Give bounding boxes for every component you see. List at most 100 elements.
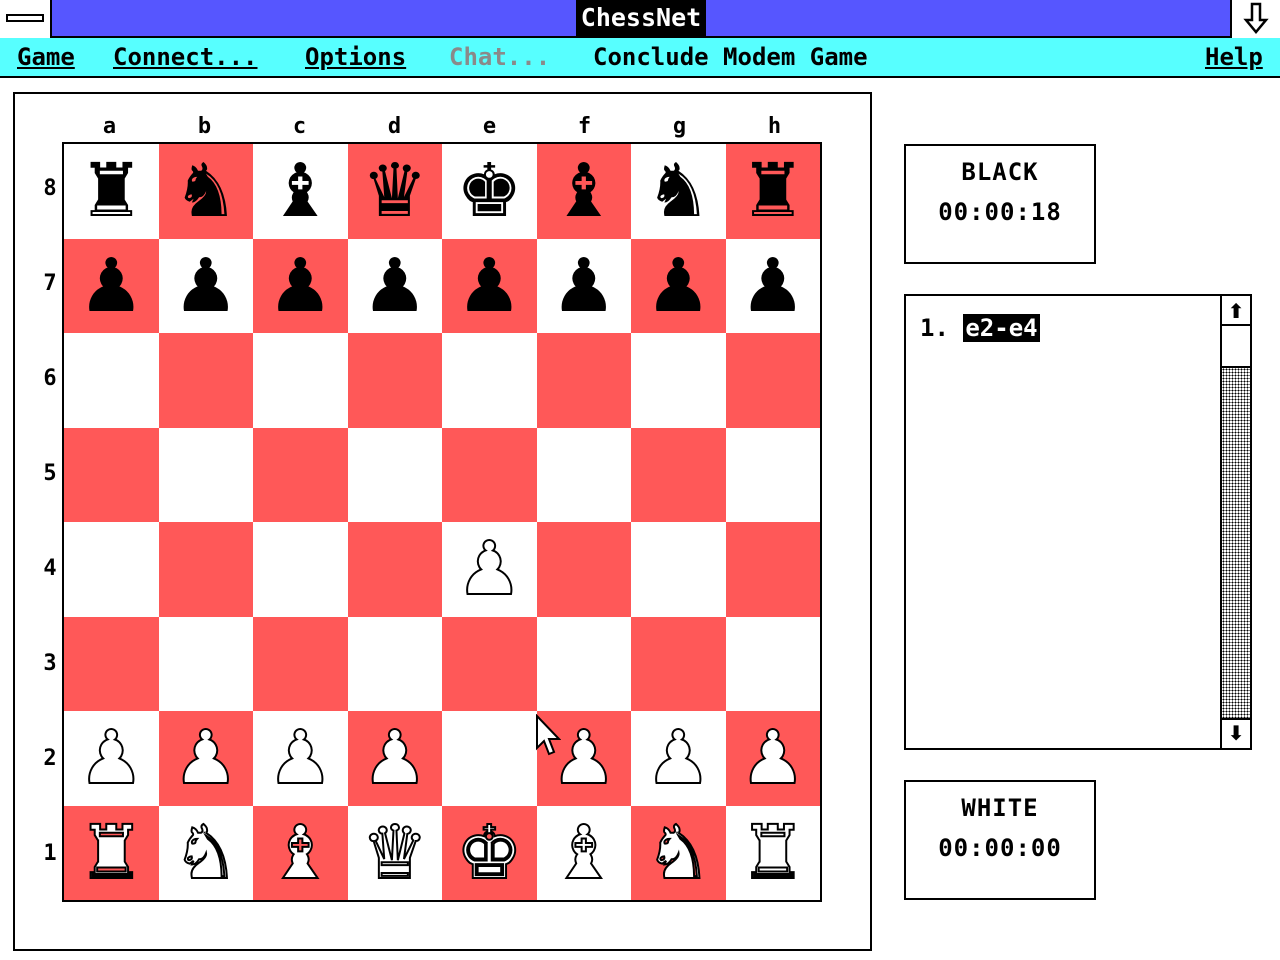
square-c8[interactable]: ♝ (253, 144, 348, 239)
minimize-button[interactable] (1230, 0, 1280, 38)
square-a3[interactable] (64, 616, 159, 711)
black-knight-icon[interactable]: ♞ (173, 154, 239, 228)
square-a5[interactable] (64, 427, 159, 522)
black-queen-icon[interactable]: ♛ (362, 154, 428, 228)
black-pawn-icon[interactable]: ♟ (551, 249, 617, 323)
scroll-down-button[interactable]: ⬇ (1222, 718, 1250, 746)
square-e3[interactable] (442, 616, 537, 711)
square-e5[interactable] (442, 427, 537, 522)
white-knight-icon[interactable]: ♞ (172, 815, 240, 891)
move-list-scrollbar[interactable]: ⬆ ⬇ (1220, 296, 1250, 748)
square-c1[interactable]: ♝ (253, 805, 348, 900)
white-rook-icon[interactable]: ♜ (739, 815, 807, 891)
square-e8[interactable]: ♚ (442, 144, 537, 239)
menu-help[interactable]: Help (1205, 38, 1263, 76)
black-pawn-icon[interactable]: ♟ (267, 249, 333, 323)
square-h2[interactable]: ♟ (725, 711, 820, 806)
square-e2[interactable] (442, 711, 537, 806)
white-pawn-icon[interactable]: ♟ (77, 720, 145, 796)
square-h7[interactable]: ♟ (725, 238, 820, 333)
black-rook-icon[interactable]: ♜ (740, 154, 806, 228)
menu-options[interactable]: Options (305, 38, 406, 76)
square-d4[interactable] (347, 522, 442, 617)
square-g1[interactable]: ♞ (631, 805, 726, 900)
black-pawn-icon[interactable]: ♟ (173, 249, 239, 323)
white-pawn-icon[interactable]: ♟ (361, 720, 429, 796)
menu-chat[interactable]: Chat... (449, 38, 550, 76)
white-pawn-icon[interactable]: ♟ (739, 720, 807, 796)
white-pawn-icon[interactable]: ♟ (455, 531, 523, 607)
square-h6[interactable] (725, 333, 820, 428)
square-a8[interactable]: ♜ (64, 144, 159, 239)
square-a7[interactable]: ♟ (64, 238, 159, 333)
square-c2[interactable]: ♟ (253, 711, 348, 806)
white-pawn-icon[interactable]: ♟ (172, 720, 240, 796)
square-a2[interactable]: ♟ (64, 711, 159, 806)
square-d6[interactable] (347, 333, 442, 428)
square-e1[interactable]: ♚ (442, 805, 537, 900)
black-bishop-icon[interactable]: ♝ (551, 154, 617, 228)
square-a4[interactable] (64, 522, 159, 617)
square-e4[interactable]: ♟ (442, 522, 537, 617)
black-rook-icon[interactable]: ♜ (78, 154, 144, 228)
square-e6[interactable] (442, 333, 537, 428)
square-g2[interactable]: ♟ (631, 711, 726, 806)
black-bishop-icon[interactable]: ♝ (267, 154, 333, 228)
scroll-track[interactable] (1222, 368, 1250, 720)
move-list[interactable]: 1. e2-e4 ⬆ ⬇ (904, 294, 1252, 750)
square-f4[interactable] (536, 522, 631, 617)
square-h4[interactable] (725, 522, 820, 617)
square-g4[interactable] (631, 522, 726, 617)
square-b3[interactable] (158, 616, 253, 711)
square-b4[interactable] (158, 522, 253, 617)
square-h1[interactable]: ♜ (725, 805, 820, 900)
black-pawn-icon[interactable]: ♟ (456, 249, 522, 323)
square-h5[interactable] (725, 427, 820, 522)
square-g6[interactable] (631, 333, 726, 428)
square-g7[interactable]: ♟ (631, 238, 726, 333)
square-d3[interactable] (347, 616, 442, 711)
square-f3[interactable] (536, 616, 631, 711)
menu-game[interactable]: Game (17, 38, 75, 76)
white-pawn-icon[interactable]: ♟ (644, 720, 712, 796)
black-pawn-icon[interactable]: ♟ (645, 249, 711, 323)
square-a1[interactable]: ♜ (64, 805, 159, 900)
square-c4[interactable] (253, 522, 348, 617)
menu-conclude-modem-game[interactable]: Conclude Modem Game (593, 38, 868, 76)
square-b1[interactable]: ♞ (158, 805, 253, 900)
menu-connect[interactable]: Connect... (113, 38, 258, 76)
white-pawn-icon[interactable]: ♟ (266, 720, 334, 796)
white-king-icon[interactable]: ♚ (455, 815, 523, 891)
square-e7[interactable]: ♟ (442, 238, 537, 333)
square-h3[interactable] (725, 616, 820, 711)
white-bishop-icon[interactable]: ♝ (266, 815, 334, 891)
black-knight-icon[interactable]: ♞ (645, 154, 711, 228)
square-b5[interactable] (158, 427, 253, 522)
square-f5[interactable] (536, 427, 631, 522)
square-g3[interactable] (631, 616, 726, 711)
square-c7[interactable]: ♟ (253, 238, 348, 333)
square-f8[interactable]: ♝ (536, 144, 631, 239)
white-queen-icon[interactable]: ♛ (361, 815, 429, 891)
square-b8[interactable]: ♞ (158, 144, 253, 239)
square-b2[interactable]: ♟ (158, 711, 253, 806)
square-a6[interactable] (64, 333, 159, 428)
square-f7[interactable]: ♟ (536, 238, 631, 333)
square-d2[interactable]: ♟ (347, 711, 442, 806)
white-knight-icon[interactable]: ♞ (644, 815, 712, 891)
square-d1[interactable]: ♛ (347, 805, 442, 900)
square-d8[interactable]: ♛ (347, 144, 442, 239)
square-d5[interactable] (347, 427, 442, 522)
white-bishop-icon[interactable]: ♝ (550, 815, 618, 891)
square-g5[interactable] (631, 427, 726, 522)
move-entry[interactable]: 1. e2-e4 (920, 314, 1040, 342)
square-g8[interactable]: ♞ (631, 144, 726, 239)
white-rook-icon[interactable]: ♜ (77, 815, 145, 891)
square-c3[interactable] (253, 616, 348, 711)
scroll-thumb[interactable] (1222, 326, 1250, 368)
black-pawn-icon[interactable]: ♟ (740, 249, 806, 323)
square-f6[interactable] (536, 333, 631, 428)
square-f1[interactable]: ♝ (536, 805, 631, 900)
square-c5[interactable] (253, 427, 348, 522)
scroll-up-button[interactable]: ⬆ (1222, 298, 1250, 326)
